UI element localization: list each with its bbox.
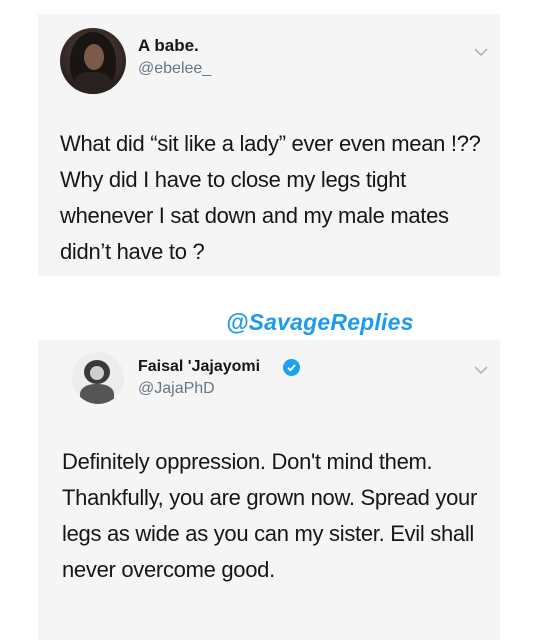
avatar[interactable] [60, 28, 126, 94]
watermark-text: @SavageReplies [226, 309, 414, 335]
display-name[interactable]: Faisal 'Jajayomi [138, 358, 260, 376]
tweet-card-original: A babe. @ebelee_ What did “sit like a la… [38, 14, 500, 276]
avatar-face [90, 366, 104, 380]
chevron-down-icon[interactable] [474, 48, 488, 57]
display-name[interactable]: A babe. [138, 36, 199, 56]
avatar-face [84, 44, 104, 70]
tweet-text: What did “sit like a lady” ever even mea… [60, 131, 481, 264]
avatar-body [74, 72, 112, 94]
avatar-body [80, 384, 114, 404]
user-handle[interactable]: @JajaPhD [138, 380, 215, 398]
chevron-down-icon[interactable] [474, 366, 488, 375]
avatar[interactable] [72, 352, 124, 404]
user-handle[interactable]: @ebelee_ [138, 60, 211, 78]
tweet-text: Definitely oppression. Don't mind them. … [62, 449, 478, 582]
verified-badge-icon [283, 359, 300, 376]
tweet-card-reply: Faisal 'Jajayomi @JajaPhD Definitely opp… [38, 340, 500, 640]
